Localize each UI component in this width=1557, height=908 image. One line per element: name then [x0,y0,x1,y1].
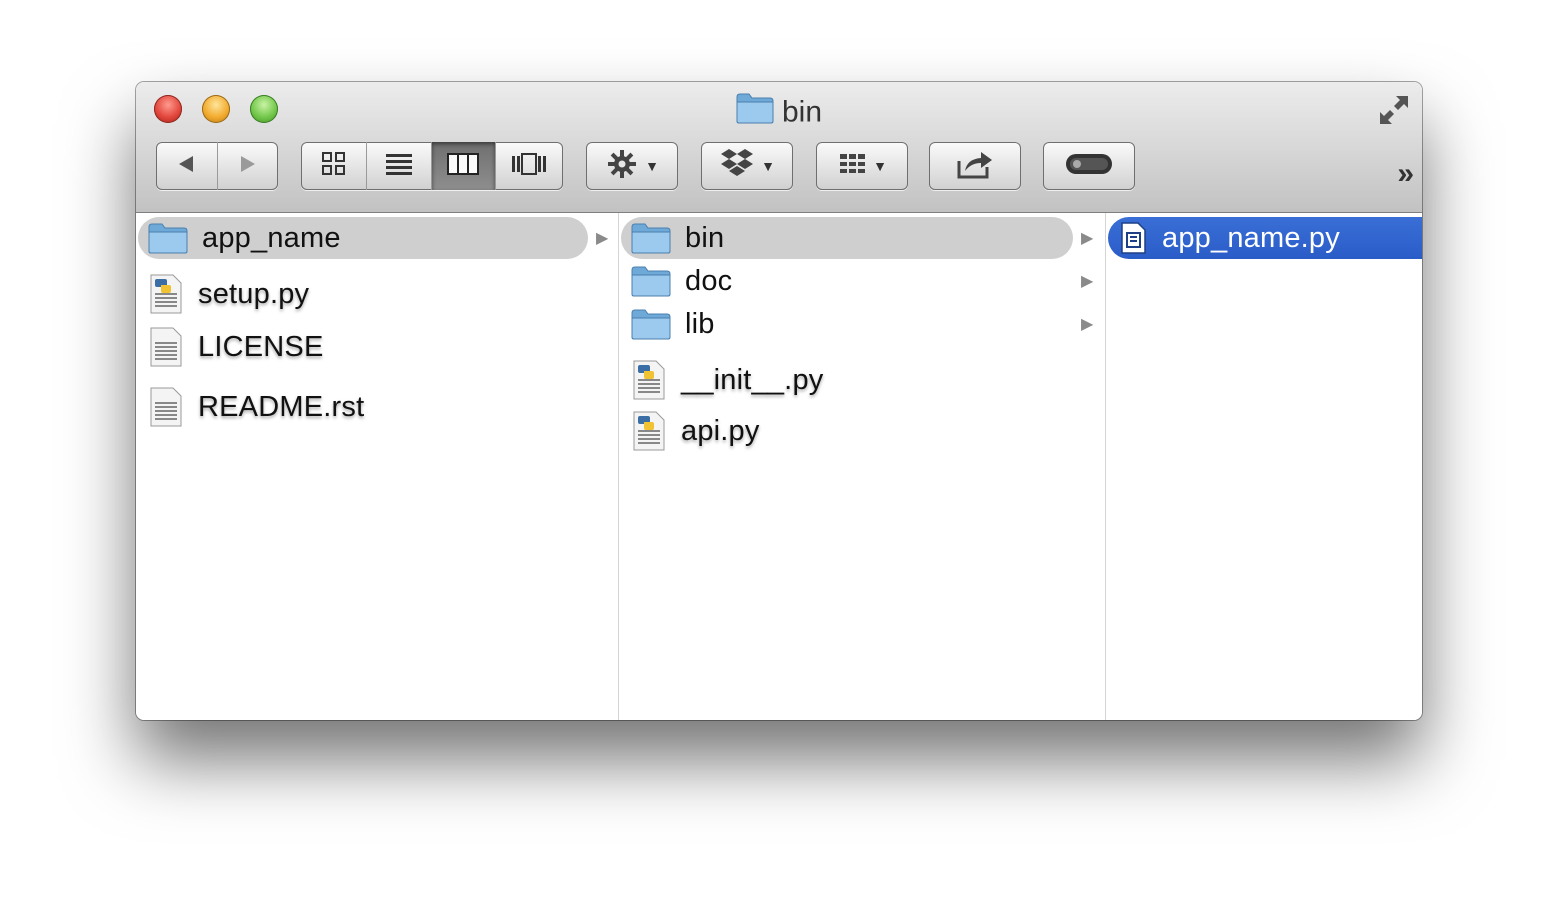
column-1: app_name ▶ setup.py LICENSE README.rst [136,213,619,720]
column-2: bin ▶ doc ▶ lib ▶ __init__.py api.py [619,213,1106,720]
list-item-file-selected[interactable]: app_name.py [1106,217,1422,259]
item-name: lib [685,307,715,340]
column-3: app_name.py [1106,213,1422,720]
dropdown-triangle-icon: ▼ [761,158,775,174]
document-icon [1118,221,1148,255]
back-button[interactable] [156,142,218,190]
item-name: README.rst [198,390,365,423]
arrange-grid-icon [837,150,867,183]
list-item-file[interactable]: LICENSE [136,326,618,368]
item-name: app_name [202,221,341,254]
icon-view-icon [320,151,348,182]
item-name: __init__.py [681,363,824,396]
python-file-icon [148,273,184,315]
titlebar: bin ▼ ▼ ▼ » [136,82,1422,213]
python-file-icon [631,410,667,452]
list-view-icon [384,151,414,182]
view-switcher [301,142,563,190]
list-item-file[interactable]: README.rst [136,386,618,428]
folder-icon [736,92,774,133]
item-name: bin [685,221,725,254]
list-item-file[interactable]: __init__.py [619,359,1105,401]
list-item-file[interactable]: api.py [619,410,1105,452]
text-file-icon [148,326,184,368]
back-arrow-icon [175,153,197,180]
folder-icon [148,222,188,254]
list-item-folder[interactable]: bin ▶ [619,217,1105,259]
list-view-button[interactable] [367,142,432,190]
column-view-button[interactable] [431,142,496,190]
toggle-icon [1064,151,1114,182]
toolbar-overflow-button[interactable]: » [1397,156,1414,192]
dropbox-button[interactable]: ▼ [701,142,793,190]
item-name: setup.py [198,277,310,310]
disclosure-arrow-icon: ▶ [1081,273,1094,290]
disclosure-arrow-icon: ▶ [596,230,609,247]
folder-icon [631,265,671,297]
fullscreen-icon[interactable] [1376,92,1412,128]
forward-arrow-icon [237,153,259,180]
item-name: api.py [681,414,760,447]
action-button[interactable]: ▼ [586,142,678,190]
disclosure-arrow-icon: ▶ [1081,316,1094,333]
text-file-icon [148,386,184,428]
window-title: bin [136,92,1422,129]
forward-button[interactable] [218,142,279,190]
item-name: app_name.py [1162,221,1340,254]
share-icon [955,147,995,186]
share-button[interactable] [929,142,1021,190]
coverflow-view-icon [510,151,548,182]
icon-view-button[interactable] [301,142,368,190]
item-name: LICENSE [198,330,324,363]
finder-window: bin ▼ ▼ ▼ » app_name ▶ setup.py LICENSE … [136,82,1422,720]
back-forward-control [156,142,278,190]
disclosure-arrow-icon: ▶ [1081,230,1094,247]
gear-icon [605,147,639,186]
window-title-text: bin [781,95,823,129]
list-item-file[interactable]: setup.py [136,273,618,315]
dropdown-triangle-icon: ▼ [645,158,659,174]
coverflow-view-button[interactable] [496,142,563,190]
arrange-button[interactable]: ▼ [816,142,908,190]
item-name: doc [685,264,733,297]
folder-icon [631,308,671,340]
python-file-icon [631,359,667,401]
dropbox-icon [719,147,755,186]
list-item-folder[interactable]: lib ▶ [619,303,1105,345]
list-item-folder[interactable]: app_name ▶ [136,217,618,259]
list-item-folder[interactable]: doc ▶ [619,260,1105,302]
dropdown-triangle-icon: ▼ [873,158,887,174]
toolbar-toggle-button[interactable] [1043,142,1135,190]
folder-icon [631,222,671,254]
column-view-icon [446,151,480,182]
